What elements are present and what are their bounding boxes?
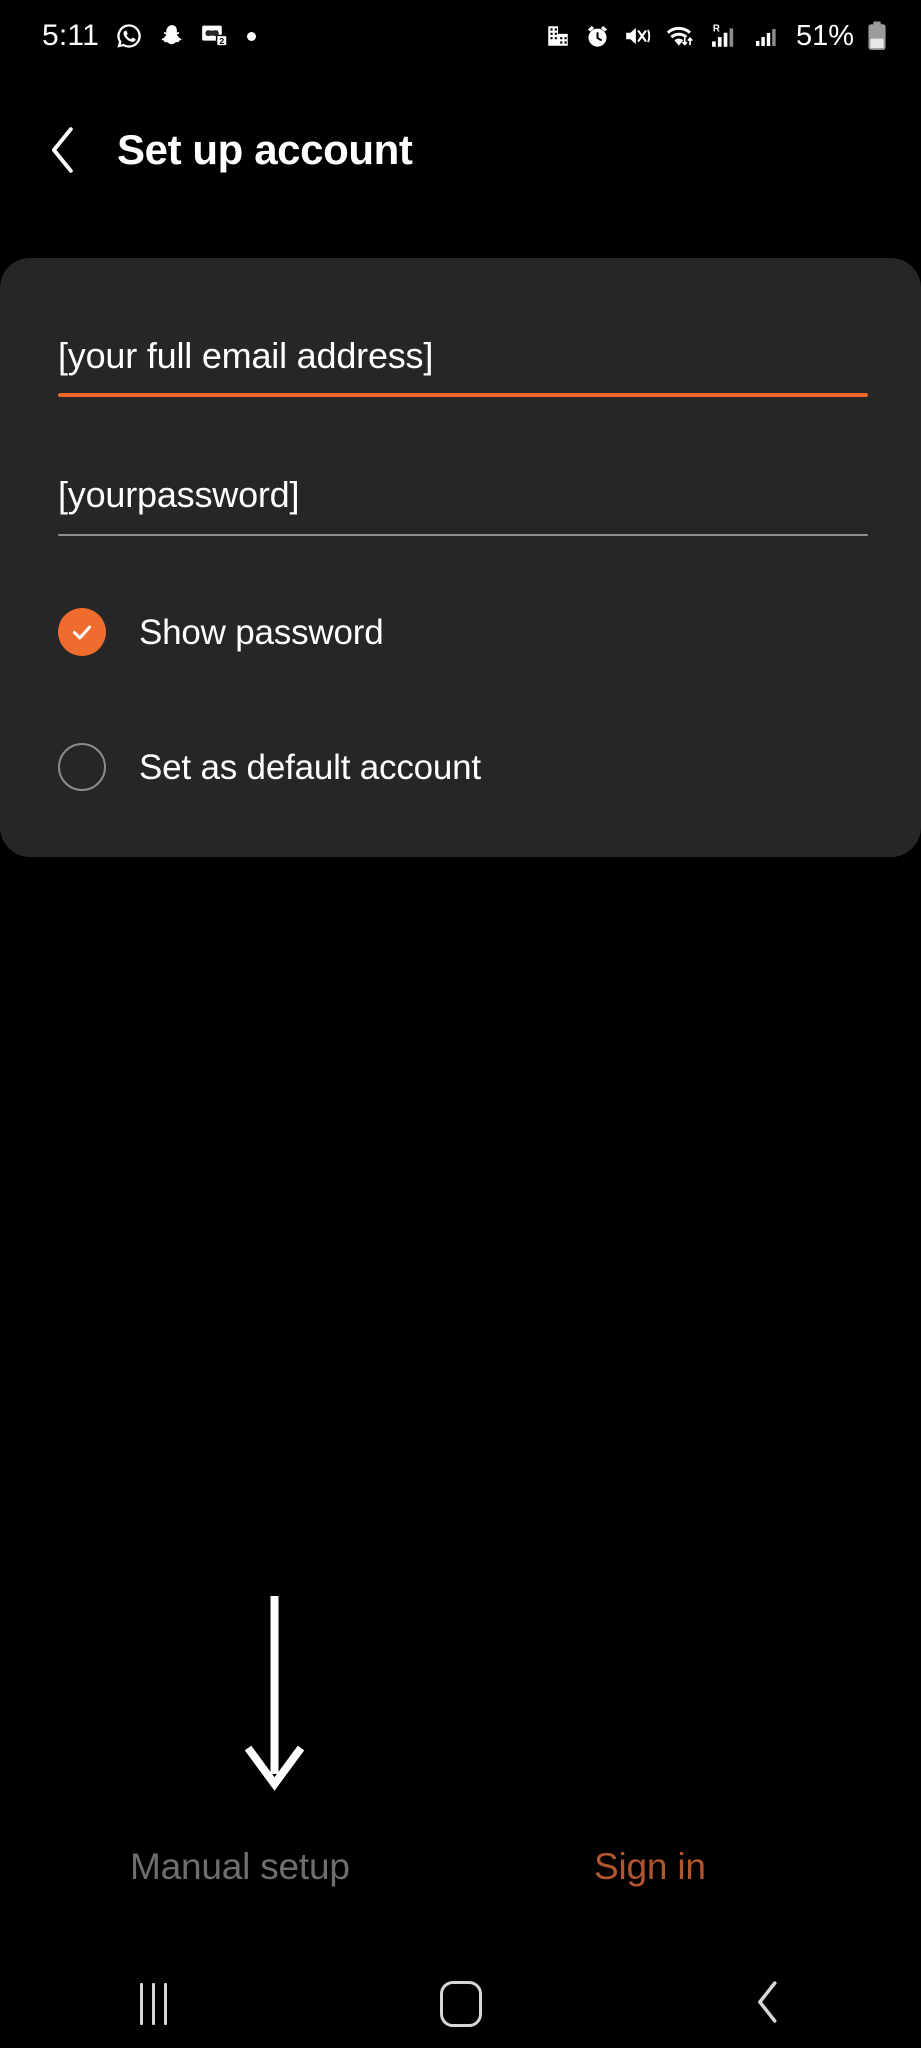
app-header: Set up account [0,105,921,195]
manual-setup-button[interactable]: Manual setup [130,1848,350,1885]
nav-back-button[interactable] [614,1960,921,2048]
battery-icon [867,21,887,51]
nav-home-button[interactable] [307,1960,614,2048]
checkmark-icon [72,625,92,640]
password-field-underline [58,534,868,537]
snapchat-icon [159,22,185,50]
work-profile-icon [545,23,571,49]
set-as-default-account-label: Set as default account [139,747,481,787]
back-button[interactable] [46,124,90,176]
bottom-action-bar: Manual setup Sign in [0,1848,921,1920]
sign-in-button[interactable]: Sign in [594,1848,706,1885]
svg-text:R: R [713,24,720,35]
whatsapp-icon [115,22,143,50]
password-input[interactable] [58,474,868,516]
home-icon [439,1981,482,2027]
email-field-underline [58,393,868,398]
account-setup-card: Show password Set as default account [0,258,921,857]
svg-text:2: 2 [219,36,224,46]
status-bar-right: R 51% [545,21,887,51]
show-password-row[interactable]: Show password [58,608,384,656]
voicemail-icon: 2 [201,22,231,50]
recents-icon [140,1983,167,2025]
status-clock: 5:11 [42,19,99,52]
show-password-label: Show password [139,612,384,652]
signal-bars-icon [753,23,781,49]
nav-recents-button[interactable] [0,1960,307,2048]
set-as-default-account-row[interactable]: Set as default account [58,743,481,791]
page-title: Set up account [117,126,413,173]
battery-percentage: 51% [795,19,854,52]
alarm-icon [584,23,611,50]
email-field-group [58,335,868,398]
wifi-icon [665,23,697,49]
system-navigation-bar [0,1960,921,2048]
sound-vibrate-off-icon [624,23,652,49]
app-screen: 5:11 2 R 51% Set up account [your full e… [0,0,921,2048]
status-bar: 5:11 2 R 51% [0,0,921,72]
password-field-group [58,474,868,537]
set-as-default-account-checkbox[interactable] [58,743,106,791]
show-password-checkbox[interactable] [58,608,106,656]
status-bar-left: 5:11 2 [42,21,256,51]
back-chevron-icon [754,1979,782,2030]
roaming-signal-icon: R [710,22,740,50]
down-arrow-annotation-icon [232,1592,318,1797]
email-input[interactable] [58,335,868,377]
notification-dot-icon [246,31,256,41]
